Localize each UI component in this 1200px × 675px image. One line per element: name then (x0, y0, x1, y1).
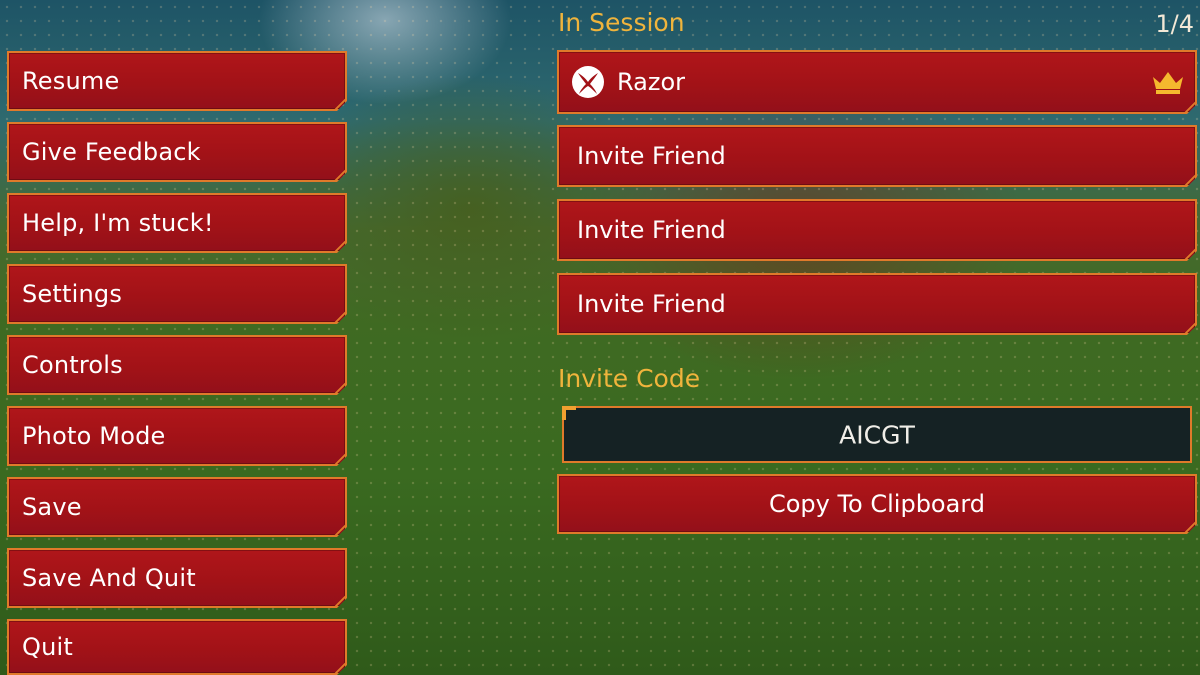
invite-friend-label: Invite Friend (577, 290, 726, 318)
invite-friend-label: Invite Friend (577, 142, 726, 170)
session-host-slot[interactable]: Razor (557, 50, 1197, 114)
give-feedback-button[interactable]: Give Feedback (7, 122, 347, 182)
copy-to-clipboard-label: Copy To Clipboard (768, 490, 986, 518)
invite-code-title: Invite Code (558, 364, 701, 393)
host-name: Razor (617, 68, 686, 96)
invite-friend-slot-1[interactable]: Invite Friend (557, 125, 1197, 187)
photo-mode-label: Photo Mode (22, 422, 166, 450)
save-button[interactable]: Save (7, 477, 347, 537)
quit-label: Quit (22, 633, 73, 661)
invite-friend-label: Invite Friend (577, 216, 726, 244)
controls-label: Controls (22, 351, 123, 379)
settings-label: Settings (22, 280, 123, 308)
session-title: In Session (558, 8, 685, 37)
resume-label: Resume (22, 67, 120, 95)
controls-button[interactable]: Controls (7, 335, 347, 395)
focus-corner (562, 406, 576, 420)
xbox-logo-icon (571, 65, 605, 99)
settings-button[interactable]: Settings (7, 264, 347, 324)
give-feedback-label: Give Feedback (22, 138, 201, 166)
save-and-quit-button[interactable]: Save And Quit (7, 548, 347, 608)
invite-code-value: AICGT (839, 420, 915, 449)
player-count: 1/4 (1155, 10, 1194, 38)
help-stuck-label: Help, I'm stuck! (22, 209, 214, 237)
save-and-quit-label: Save And Quit (22, 564, 196, 592)
crown-icon (1151, 69, 1185, 95)
save-label: Save (22, 493, 82, 521)
invite-code-field[interactable]: AICGT (562, 406, 1192, 463)
copy-to-clipboard-button[interactable]: Copy To Clipboard (557, 474, 1197, 534)
resume-button[interactable]: Resume (7, 51, 347, 111)
help-stuck-button[interactable]: Help, I'm stuck! (7, 193, 347, 253)
quit-button[interactable]: Quit (7, 619, 347, 675)
invite-friend-slot-2[interactable]: Invite Friend (557, 199, 1197, 261)
invite-friend-slot-3[interactable]: Invite Friend (557, 273, 1197, 335)
photo-mode-button[interactable]: Photo Mode (7, 406, 347, 466)
